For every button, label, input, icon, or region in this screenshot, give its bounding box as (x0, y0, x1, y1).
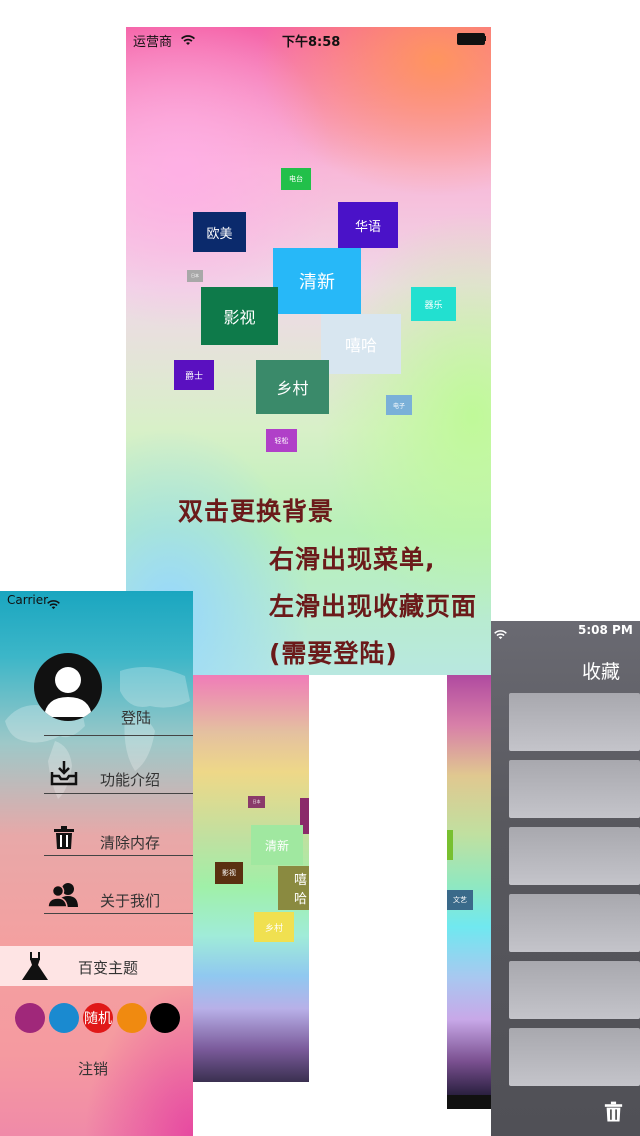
tag-riben[interactable]: 日本 (187, 270, 203, 282)
hint-swipe-left-favorites: 左滑出现收藏页面 (269, 592, 478, 621)
tag-xiangcun[interactable]: 乡村 (256, 360, 329, 414)
tag-qingsong[interactable]: 轻松 (266, 429, 297, 452)
logout-button[interactable]: 注销 (78, 1058, 108, 1079)
preview-tag-yingshi: 影视 (215, 862, 243, 884)
menu-carrier-label: Carrier (7, 593, 49, 607)
users-icon (47, 882, 79, 912)
favorite-card[interactable] (509, 894, 640, 952)
tag-xiha[interactable]: 嘻哈 (321, 314, 401, 374)
preview-tag-xiha: 嘻哈 (278, 866, 309, 910)
tag-qingxin[interactable]: 清新 (273, 248, 361, 314)
preview-tag-xiangcun: 乡村 (254, 912, 294, 942)
favorite-card[interactable] (509, 827, 640, 885)
tag-huayu[interactable]: 华语 (338, 202, 398, 248)
tag-yingshi[interactable]: 影视 (201, 287, 278, 345)
login-button[interactable]: 登陆 (121, 707, 151, 728)
dress-icon (18, 950, 52, 986)
menu-item-clear-cache[interactable]: 清除内存 (100, 832, 160, 853)
preview-tag-riben: 日本 (248, 796, 265, 808)
preview-bottom-bar (447, 1095, 497, 1109)
favorite-card[interactable] (509, 1028, 640, 1086)
fav-wifi-icon (494, 625, 507, 644)
battery-tip (484, 36, 486, 41)
user-silhouette-icon (44, 667, 92, 717)
tag-qiyue[interactable]: 器乐 (411, 287, 456, 321)
trash-icon[interactable] (604, 1101, 623, 1127)
fav-clock-label: 5:08 PM (578, 623, 633, 637)
divider (44, 855, 193, 856)
wifi-icon (181, 31, 195, 50)
carrier-label: 运营商 (133, 35, 173, 50)
theme-label: 百变主题 (78, 959, 139, 977)
menu-item-intro[interactable]: 功能介绍 (100, 769, 160, 790)
tag-oumei[interactable]: 欧美 (193, 212, 246, 252)
clock-label: 下午8:58 (282, 35, 341, 50)
theme-color-random[interactable]: 随机 (83, 1003, 113, 1033)
favorites-screen: 5:08 PM 收藏 (491, 621, 640, 1136)
preview-tag-edge (447, 830, 453, 860)
main-screen[interactable]: 运营商 下午8:58 电台 欧美 华语 日本 清新 影视 器乐 嘻哈 爵士 乡村… (126, 27, 491, 675)
divider (44, 793, 193, 794)
theme-color-black[interactable] (150, 1003, 180, 1033)
tag-diantai[interactable]: 电台 (281, 168, 311, 190)
theme-color-blue[interactable] (49, 1003, 79, 1033)
world-map-background (5, 667, 190, 799)
hint-change-background: 双击更换背景 (178, 497, 335, 526)
preview-tag-qingxin: 清新 (251, 825, 303, 865)
favorite-card[interactable] (509, 961, 640, 1019)
theme-color-orange[interactable] (117, 1003, 147, 1033)
hint-login-required: (需要登陆) (269, 639, 398, 668)
tag-jueshi[interactable]: 爵士 (174, 360, 214, 390)
preview-tag-wenyi: 文艺 (447, 890, 473, 910)
battery-icon (457, 33, 485, 45)
hint-swipe-right-menu: 右滑出现菜单, (269, 545, 436, 574)
divider (44, 913, 193, 914)
menu-item-about-us[interactable]: 关于我们 (100, 890, 160, 911)
trash-icon (53, 826, 75, 854)
background-preview-right: 文艺 (447, 675, 497, 1095)
background-preview-left: 日本 清新 影视 嘻哈 乡村 (193, 675, 309, 1082)
tag-dianzi[interactable]: 电子 (386, 395, 412, 415)
theme-color-purple[interactable] (15, 1003, 45, 1033)
divider (44, 735, 193, 736)
avatar[interactable] (34, 653, 102, 721)
favorites-title: 收藏 (582, 661, 621, 683)
favorite-card[interactable] (509, 693, 640, 751)
inbox-download-icon (50, 760, 78, 790)
menu-wifi-icon (47, 595, 60, 614)
side-menu: Carrier (0, 591, 193, 1136)
favorite-card[interactable] (509, 760, 640, 818)
